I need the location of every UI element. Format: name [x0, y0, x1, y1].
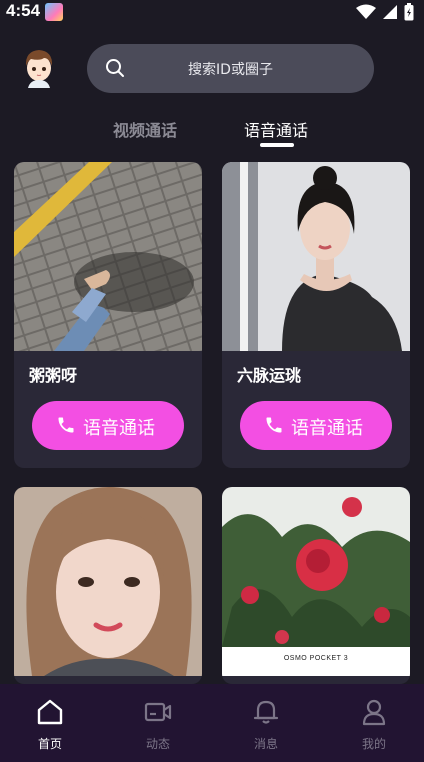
user-card[interactable]: 粥粥呀 语音通话	[14, 162, 202, 468]
notification-app-icon	[45, 3, 63, 21]
phone-icon	[58, 417, 74, 433]
voice-call-button-label: 语音通话	[83, 418, 155, 439]
card-photo	[14, 162, 202, 351]
tab-voice-call[interactable]: 语音通话	[244, 117, 308, 141]
card-name: 六脉运珧	[237, 366, 302, 385]
nav-moments-label: 动态	[145, 737, 170, 751]
person-icon	[362, 699, 386, 726]
home-icon	[37, 699, 63, 725]
nav-messages[interactable]: 消息	[213, 684, 319, 762]
avatar[interactable]	[22, 46, 56, 88]
nav-messages-label: 消息	[253, 737, 278, 751]
voice-call-button[interactable]: 语音通话	[240, 401, 392, 450]
status-icons	[356, 3, 414, 21]
user-card[interactable]: OSMO POCKET 3	[222, 487, 410, 684]
voice-call-button-label: 语音通话	[291, 418, 363, 439]
card-name: 粥粥呀	[29, 366, 78, 385]
status-time: 4:54	[6, 1, 41, 20]
bottom-navigation: 首页 动态 消息 我的	[0, 684, 424, 762]
nav-home[interactable]: 首页	[0, 684, 103, 762]
status-bar: 4:54	[0, 0, 424, 24]
bell-icon	[253, 700, 279, 724]
card-photo	[222, 162, 410, 351]
cellular-signal-icon	[383, 5, 397, 19]
battery-icon	[404, 3, 414, 21]
nav-home-label: 首页	[37, 737, 62, 751]
search-bar[interactable]: 搜索ID或圈子	[87, 44, 374, 93]
nav-profile[interactable]: 我的	[321, 684, 424, 762]
card-photo	[14, 487, 202, 676]
card-photo	[222, 487, 410, 676]
search-input[interactable]: 搜索ID或圈子	[87, 59, 374, 79]
phone-icon	[266, 417, 282, 433]
active-tab-indicator	[260, 143, 294, 147]
user-card[interactable]: 六脉运珧 语音通话	[222, 162, 410, 468]
video-camera-icon	[144, 702, 172, 722]
nav-profile-label: 我的	[361, 737, 386, 751]
voice-call-button[interactable]: 语音通话	[32, 401, 184, 450]
wifi-icon	[356, 4, 376, 19]
tab-video-call[interactable]: 视频通话	[113, 117, 177, 141]
nav-moments[interactable]: 动态	[105, 684, 211, 762]
photo-caption: OSMO POCKET 3	[283, 655, 349, 662]
user-card[interactable]	[14, 487, 202, 684]
